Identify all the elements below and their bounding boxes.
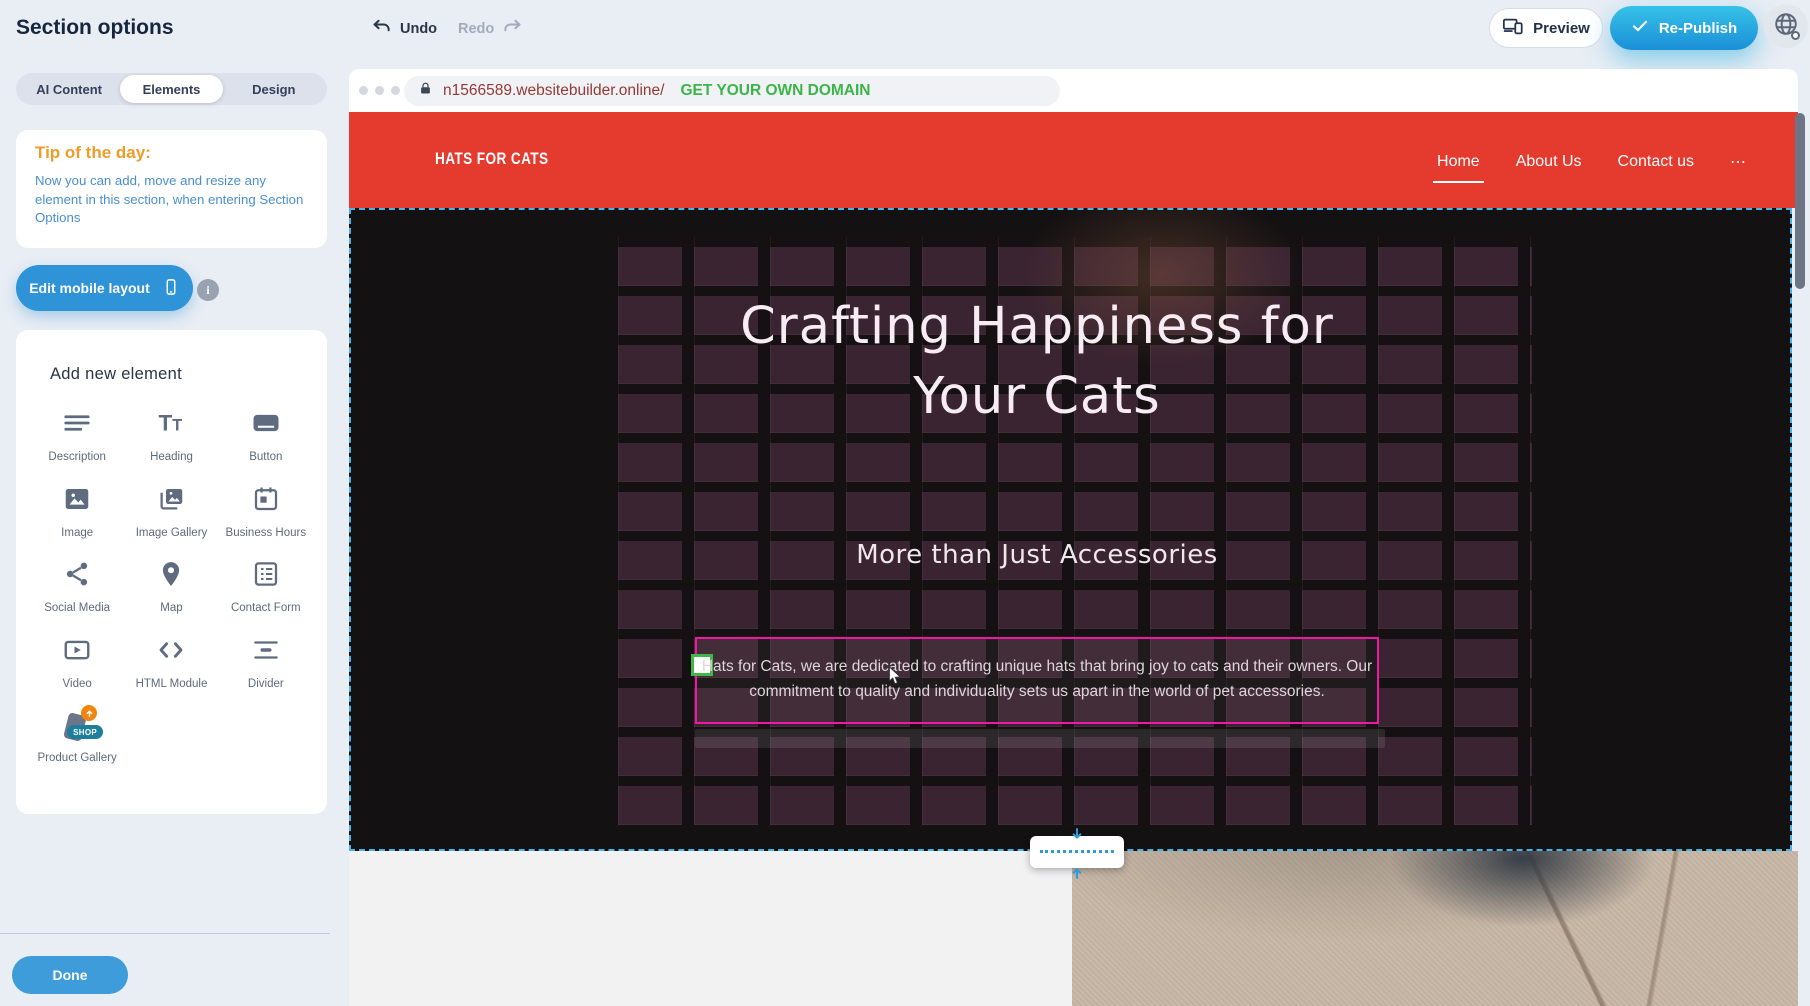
tab-elements[interactable]: Elements (120, 75, 222, 103)
republish-label: Re-Publish (1659, 20, 1737, 37)
lock-icon (418, 81, 433, 101)
image-icon (62, 484, 92, 519)
tab-design[interactable]: Design (223, 75, 325, 103)
nav-more-menu[interactable]: ⋯ (1730, 152, 1746, 178)
hero-subtitle[interactable]: More than Just Accessories (856, 540, 1218, 570)
tip-body: Now you can add, move and resize any ele… (35, 172, 307, 228)
undo-button[interactable]: Undo (372, 17, 437, 41)
edit-mobile-layout-button[interactable]: Edit mobile layout (16, 265, 193, 311)
page-scrollbar-thumb[interactable] (1795, 113, 1805, 289)
redo-label: Redo (458, 21, 494, 37)
nav-contact-us[interactable]: Contact us (1618, 153, 1694, 177)
element-button[interactable]: Button (222, 408, 310, 466)
add-element-panel: Add new element Description TT Heading B… (16, 330, 327, 814)
element-heading[interactable]: TT Heading (127, 408, 215, 466)
code-icon (156, 635, 186, 670)
republish-button[interactable]: Re-Publish (1610, 6, 1758, 50)
selected-hero-section[interactable]: Crafting Happiness for Your Cats More th… (349, 208, 1792, 851)
hero-paragraph[interactable]: Hats for Cats, we are dedicated to craft… (701, 655, 1373, 705)
heading-icon: TT (156, 408, 186, 443)
info-icon[interactable]: i (197, 279, 219, 301)
element-image-gallery[interactable]: Image Gallery (127, 484, 215, 542)
element-hover-band (695, 729, 1385, 748)
browser-traffic-dots (359, 86, 400, 95)
nav-about-us[interactable]: About Us (1516, 153, 1582, 177)
business-hours-icon (251, 484, 281, 519)
website-builder-app: Section options Undo Redo Preview Re-Pub… (0, 0, 1810, 1006)
video-icon (62, 635, 92, 670)
language-globe-button[interactable] (1764, 4, 1808, 48)
nav-home[interactable]: Home (1437, 153, 1480, 177)
contact-form-icon (251, 559, 281, 594)
tip-of-the-day-card: Tip of the day: Now you can add, move an… (16, 130, 327, 248)
element-contact-form[interactable]: Contact Form (222, 559, 310, 617)
divider-icon (251, 635, 281, 670)
get-domain-link[interactable]: GET YOUR OWN DOMAIN (680, 82, 870, 100)
preview-label: Preview (1533, 20, 1590, 37)
browser-chrome: n1566589.websitebuilder.online/ GET YOUR… (349, 69, 1798, 112)
arrow-down-icon (1069, 827, 1085, 843)
site-header[interactable]: HATS FOR CATS Home About Us Contact us ⋯ (349, 112, 1798, 208)
image-gallery-icon (156, 484, 186, 519)
preview-button[interactable]: Preview (1489, 8, 1603, 48)
globe-status-dot (1791, 31, 1800, 40)
next-section-photo[interactable] (1072, 851, 1798, 1006)
sidebar-divider (0, 933, 330, 934)
selected-paragraph-element[interactable]: Hats for Cats, we are dedicated to craft… (695, 637, 1379, 724)
element-product-gallery[interactable]: SHOP Product Gallery (33, 710, 121, 767)
add-element-title: Add new element (50, 365, 327, 384)
element-map[interactable]: Map (127, 559, 215, 617)
map-pin-icon (156, 559, 186, 594)
hero-title[interactable]: Crafting Happiness for Your Cats (687, 292, 1387, 432)
element-divider[interactable]: Divider (222, 635, 310, 693)
site-url: n1566589.websitebuilder.online/ (443, 82, 664, 100)
undo-icon (372, 17, 392, 41)
upgrade-arrow-badge (81, 705, 97, 721)
description-icon (62, 408, 92, 443)
site-logo[interactable]: HATS FOR CATS (435, 149, 549, 169)
resize-dotted-line (1040, 850, 1114, 853)
redo-button[interactable]: Redo (458, 17, 522, 41)
button-icon (251, 408, 281, 443)
social-media-icon (62, 559, 92, 594)
element-description[interactable]: Description (33, 408, 121, 466)
undo-label: Undo (400, 21, 437, 37)
tip-heading: Tip of the day: (35, 143, 151, 163)
address-bar[interactable]: n1566589.websitebuilder.online/ GET YOUR… (404, 76, 1060, 106)
svg-text:T: T (159, 411, 173, 436)
redo-icon (502, 17, 522, 41)
element-social-media[interactable]: Social Media (33, 559, 121, 617)
element-video[interactable]: Video (33, 635, 121, 693)
done-button[interactable]: Done (12, 956, 128, 994)
tab-ai-content[interactable]: AI Content (18, 75, 120, 103)
sidebar-tabs: AI Content Elements Design (16, 73, 327, 105)
element-image[interactable]: Image (33, 484, 121, 542)
product-gallery-icon: SHOP (60, 710, 94, 744)
page-title: Section options (16, 16, 174, 40)
element-grid: Description TT Heading Button Image Imag… (16, 408, 327, 767)
edit-mobile-label: Edit mobile layout (29, 280, 150, 296)
section-height-resize-handle[interactable] (1030, 836, 1124, 868)
element-business-hours[interactable]: Business Hours (222, 484, 310, 542)
arrow-up-icon (1069, 864, 1085, 880)
shop-badge: SHOP (67, 725, 103, 739)
check-icon (1631, 17, 1649, 39)
devices-icon (1502, 15, 1524, 41)
site-preview-window: n1566589.websitebuilder.online/ GET YOUR… (349, 69, 1798, 1006)
site-nav: Home About Us Contact us ⋯ (1437, 152, 1746, 178)
phone-icon (162, 278, 180, 299)
element-html-module[interactable]: HTML Module (127, 635, 215, 693)
next-section-blank[interactable] (349, 851, 1072, 1006)
svg-text:T: T (173, 417, 183, 435)
